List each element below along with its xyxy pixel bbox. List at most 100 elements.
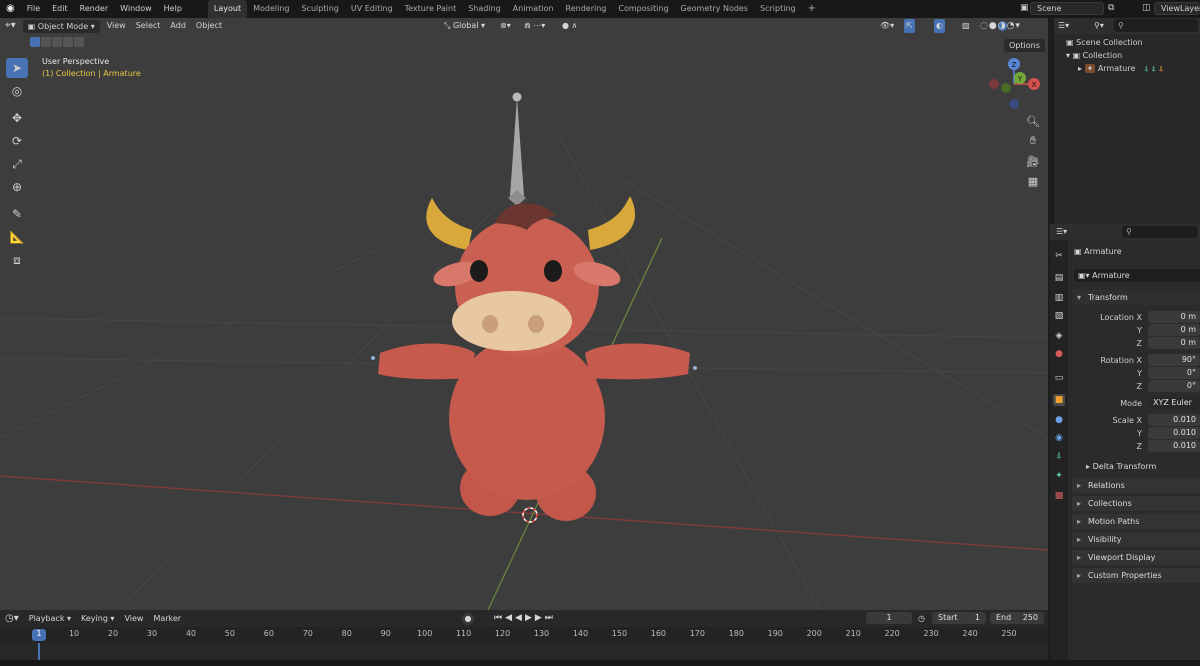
timeline-view-menu[interactable]: View — [119, 611, 148, 627]
transform-tool-icon[interactable]: ⊕ — [6, 177, 28, 197]
gizmo-toggle-icon[interactable]: ⇱ — [904, 19, 915, 33]
mode-selector[interactable]: ▣ Object Mode ▾ — [22, 19, 100, 33]
marker-menu[interactable]: Marker — [148, 611, 186, 627]
add-cube-tool-icon[interactable]: ⧈ — [6, 250, 28, 270]
transform-panel-header[interactable]: ▾ Transform — [1072, 290, 1200, 305]
scale-z-field[interactable]: 0.010 — [1148, 440, 1200, 452]
data-name-field[interactable]: ▣▾ Armature — [1074, 269, 1200, 282]
outliner-editor-icon[interactable]: ☰▾ — [1058, 19, 1069, 33]
current-frame-field[interactable]: 1 — [866, 612, 912, 624]
rotate-tool-icon[interactable]: ⟳ — [6, 131, 28, 151]
new-scene-icon[interactable]: ⧉ — [1108, 3, 1114, 13]
playback-menu[interactable]: Playback ▾ — [24, 611, 76, 627]
outliner-scene-collection[interactable]: ▣ Scene Collection — [1066, 36, 1143, 49]
view-layer-tab-icon[interactable]: ▧ — [1053, 310, 1065, 322]
scene-selector[interactable]: Scene — [1030, 2, 1104, 15]
menu-view[interactable]: View — [102, 18, 131, 34]
timeline-editor-icon[interactable]: ◷▾ — [0, 611, 24, 627]
playback-controls[interactable]: ⏮◀◀▶▶⏭ — [494, 612, 556, 625]
select-box-tool-icon[interactable]: ➤ — [6, 58, 28, 78]
cursor-tool-icon[interactable]: ◎ — [6, 81, 28, 101]
collection-tab-icon[interactable]: ▭ — [1053, 372, 1065, 384]
pivot-icon[interactable]: ⊗▾ — [500, 19, 511, 33]
location-z-field[interactable]: 0 m — [1148, 337, 1200, 349]
camera-icon[interactable]: 🎥︎ — [1024, 152, 1042, 170]
end-frame-field[interactable]: End 250 — [990, 612, 1044, 624]
rotation-z-field[interactable]: 0° — [1148, 380, 1200, 392]
pan-hand-icon[interactable]: ✋︎ — [1024, 132, 1042, 150]
overlay-toggle-icon[interactable]: ◐ — [934, 19, 945, 33]
outliner-search-input[interactable]: ⚲ — [1114, 19, 1198, 32]
location-x-field[interactable]: 0 m — [1148, 311, 1200, 323]
scene-tab-icon[interactable]: ◈ — [1053, 330, 1065, 342]
tab-geometry-nodes[interactable]: Geometry Nodes — [675, 0, 754, 18]
timeline-ruler[interactable]: 1 10 20 30 40 50 60 70 80 90 100 110 120 130 140 150 160… — [0, 627, 1048, 643]
rotation-x-field[interactable]: 90° — [1148, 354, 1200, 366]
editor-type-icon[interactable]: ⌖▾ — [0, 18, 21, 34]
xray-icon[interactable]: ▨ — [962, 19, 970, 33]
menu-select[interactable]: Select — [131, 18, 166, 34]
world-tab-icon[interactable]: ● — [1053, 348, 1065, 360]
start-frame-field[interactable]: Start 1 — [932, 612, 986, 624]
motion-paths-panel[interactable]: ▸ Motion Paths — [1072, 514, 1200, 529]
tab-shading[interactable]: Shading — [462, 0, 507, 18]
3d-viewport[interactable]: ⌖▾ ▣ Object Mode ▾ View Select Add Objec… — [0, 18, 1048, 610]
render-tab-icon[interactable]: ▤ — [1053, 272, 1065, 284]
constraint-tab-icon[interactable]: ⍋ — [1053, 450, 1065, 462]
orientation-selector[interactable]: ⤡ Global ▾ — [444, 19, 485, 33]
tab-layout[interactable]: Layout — [207, 0, 248, 18]
rotation-y-field[interactable]: 0° — [1148, 367, 1200, 379]
menu-render[interactable]: Render — [74, 0, 114, 18]
collapse-arrow-icon[interactable]: ▸ — [1078, 64, 1085, 73]
delta-transform-subpanel[interactable]: ▸ Delta Transform — [1086, 461, 1156, 473]
proportional-edit-icon[interactable]: ● ∧ — [562, 19, 577, 33]
collections-panel[interactable]: ▸ Collections — [1072, 496, 1200, 511]
add-workspace-icon[interactable]: + — [802, 0, 822, 18]
scale-tool-icon[interactable]: ⤢ — [6, 154, 28, 174]
record-button-icon[interactable]: ● — [462, 613, 474, 625]
blender-logo-icon[interactable]: ◉ — [0, 0, 21, 18]
visibility-icon[interactable]: 👁▾ — [880, 19, 894, 33]
move-tool-icon[interactable]: ✥ — [6, 108, 28, 128]
modifier-tab-icon[interactable]: ● — [1053, 414, 1065, 426]
tab-scripting[interactable]: Scripting — [754, 0, 802, 18]
outliner-filter-icon[interactable]: ⚲▾ — [1094, 19, 1104, 33]
annotate-tool-icon[interactable]: ✎ — [6, 204, 28, 224]
tab-uv-editing[interactable]: UV Editing — [345, 0, 399, 18]
tool-tab-icon[interactable]: ✂ — [1053, 250, 1065, 262]
scale-x-field[interactable]: 0.010 — [1148, 414, 1200, 426]
tab-animation[interactable]: Animation — [507, 0, 560, 18]
tab-sculpting[interactable]: Sculpting — [296, 0, 345, 18]
menu-file[interactable]: File — [21, 0, 46, 18]
preview-range-icon[interactable]: ◷ — [918, 612, 925, 625]
options-button[interactable]: Options — [1004, 39, 1045, 52]
outliner-armature[interactable]: ▸ ✦ Armature ⍋ ⍋ ⍋ — [1078, 62, 1163, 75]
menu-add[interactable]: Add — [165, 18, 191, 34]
rotation-mode-dropdown[interactable]: XYZ Euler — [1148, 397, 1200, 409]
select-mode-buttons[interactable] — [30, 37, 84, 47]
properties-editor-icon[interactable]: ☰▾ — [1056, 225, 1067, 239]
texture-tab-icon[interactable]: ▩ — [1053, 490, 1065, 502]
output-tab-icon[interactable]: ▥ — [1053, 292, 1065, 304]
measure-tool-icon[interactable]: 📐 — [6, 227, 28, 247]
menu-edit[interactable]: Edit — [46, 0, 74, 18]
outliner-collection[interactable]: ▾ ▣ Collection — [1066, 49, 1122, 62]
tab-texture-paint[interactable]: Texture Paint — [399, 0, 463, 18]
snap-icon[interactable]: ⋒ ⋯▾ — [524, 19, 545, 33]
location-y-field[interactable]: 0 m — [1148, 324, 1200, 336]
scale-y-field[interactable]: 0.010 — [1148, 427, 1200, 439]
menu-window[interactable]: Window — [114, 0, 158, 18]
tab-modeling[interactable]: Modeling — [247, 0, 295, 18]
view-layer-selector[interactable]: ViewLayer — [1154, 2, 1200, 15]
bone-tab-icon[interactable]: ✦ — [1053, 470, 1065, 482]
shading-modes[interactable]: ◌●◑◔▾ — [980, 20, 1021, 32]
physics-tab-icon[interactable]: ◉ — [1053, 432, 1065, 444]
menu-object[interactable]: Object — [191, 18, 227, 34]
properties-search-input[interactable]: ⚲ — [1122, 226, 1198, 238]
tab-compositing[interactable]: Compositing — [612, 0, 674, 18]
viewport-display-panel[interactable]: ▸ Viewport Display — [1072, 550, 1200, 565]
custom-properties-panel[interactable]: ▸ Custom Properties — [1072, 568, 1200, 583]
tab-rendering[interactable]: Rendering — [560, 0, 613, 18]
grid-ortho-icon[interactable]: ▦ — [1024, 172, 1042, 190]
object-tab-icon[interactable]: ■ — [1053, 394, 1065, 406]
